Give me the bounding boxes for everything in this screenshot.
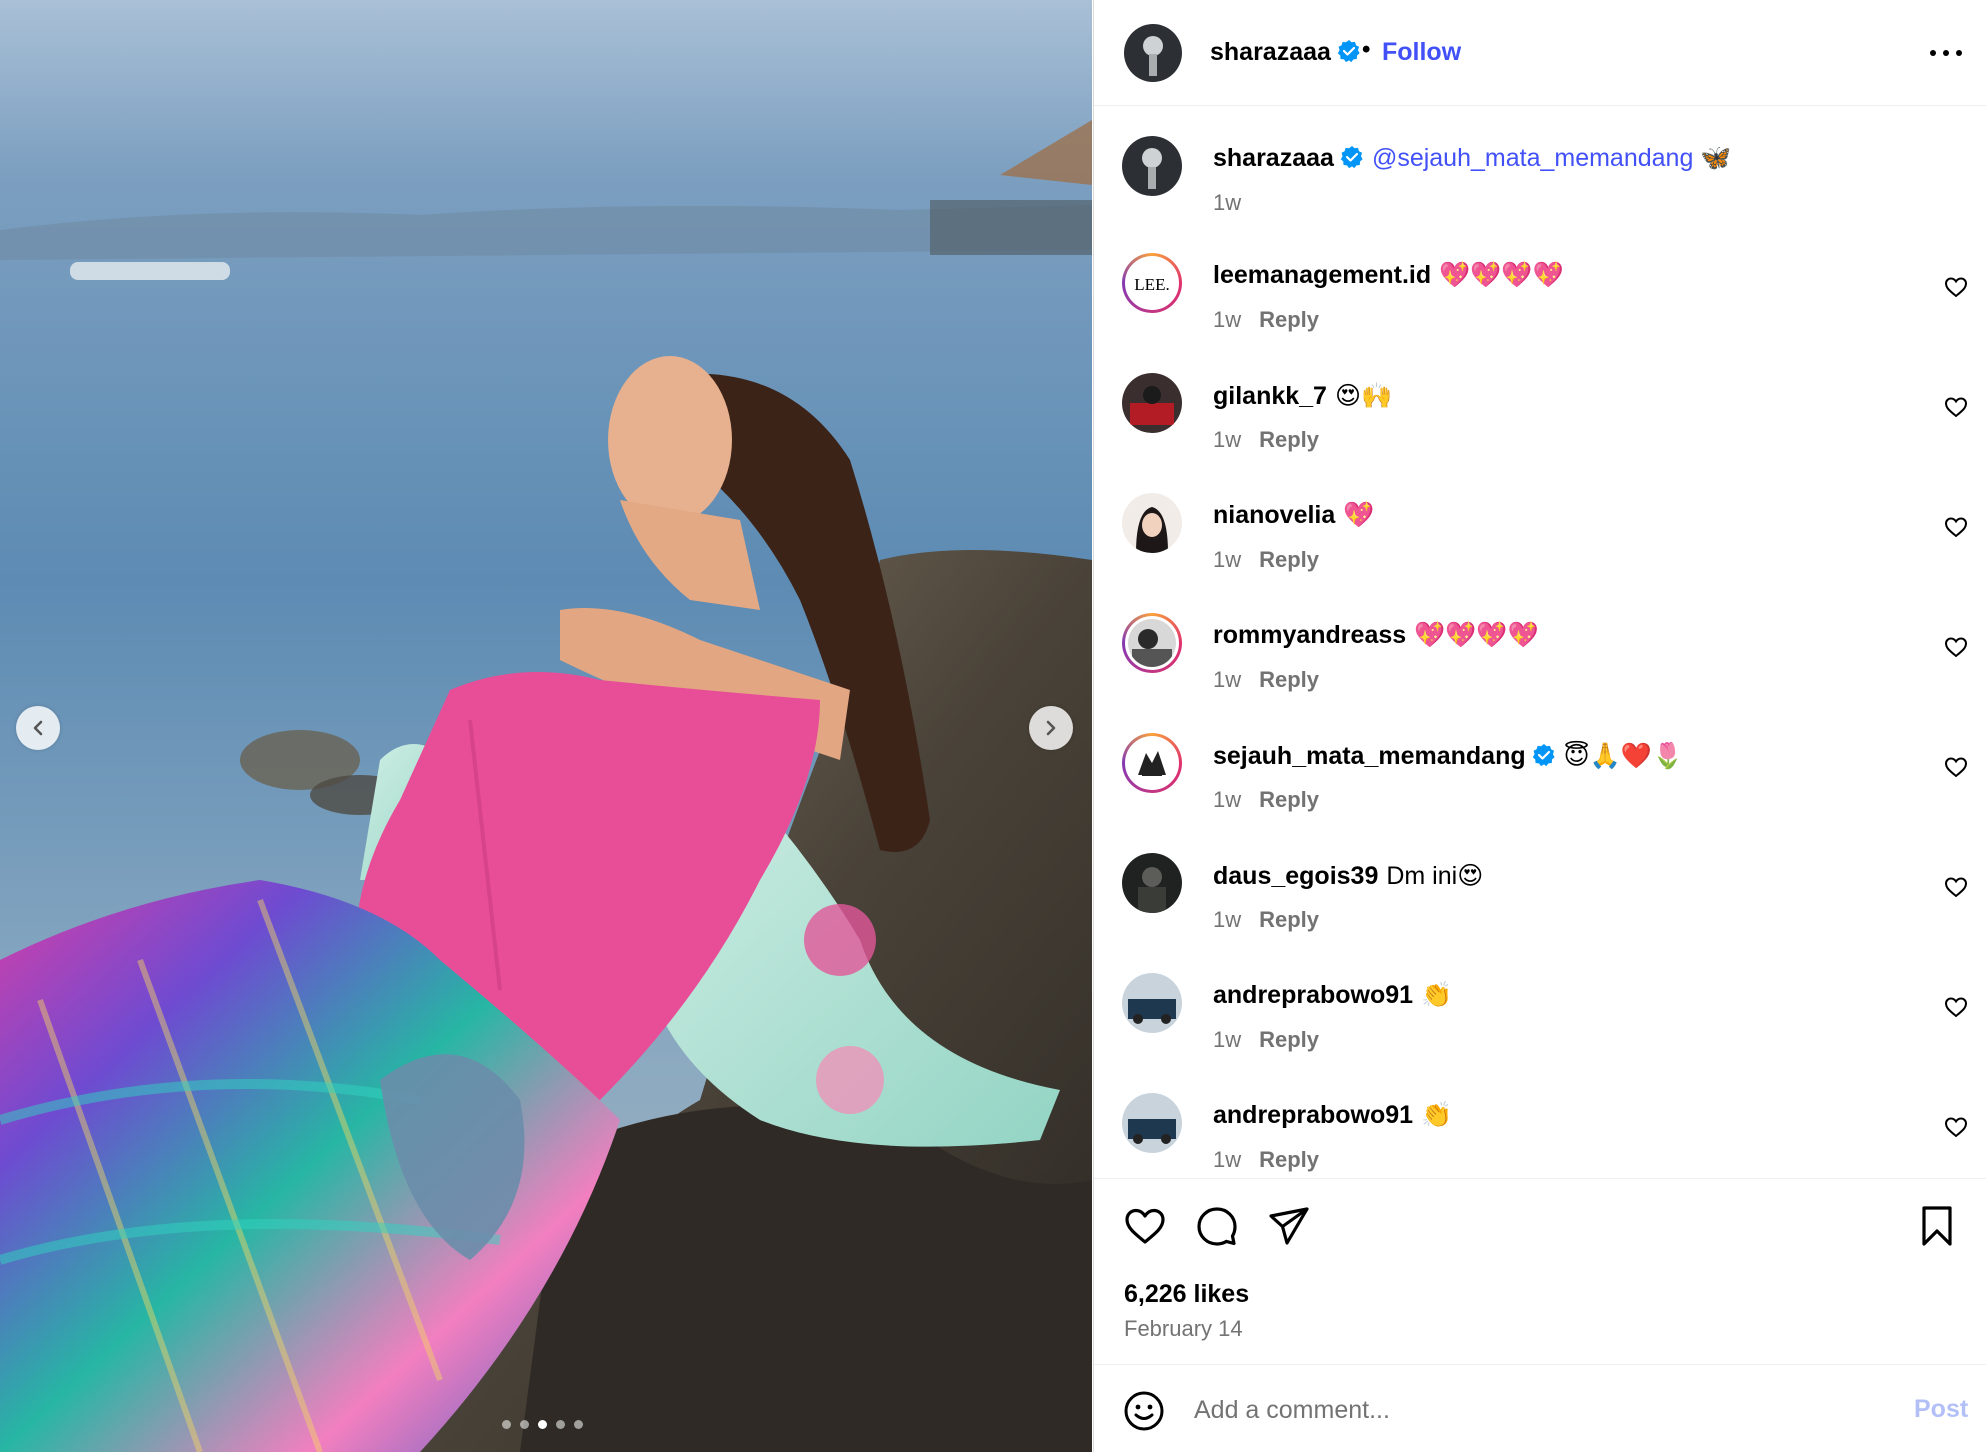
post-header: sharazaaa • Follow [1094,0,1986,106]
comment-username[interactable]: leemanagement.id [1213,261,1431,289]
comment-time[interactable]: 1w [1213,1147,1241,1172]
more-options-button[interactable] [1926,38,1966,68]
comment-text: 💖💖💖💖 [1439,261,1564,289]
comment-time[interactable]: 1w [1213,427,1241,452]
comment-text: 👏 [1421,1101,1453,1129]
post-photo [0,0,1092,1452]
commenter-avatar[interactable] [1122,853,1182,913]
reply-button[interactable]: Reply [1259,907,1319,932]
caption-emoji: 🦋 [1700,144,1732,172]
save-bookmark-icon[interactable] [1914,1203,1960,1249]
comment-time[interactable]: 1w [1213,547,1241,572]
carousel-dot [574,1420,583,1429]
follow-button[interactable]: Follow [1382,38,1461,67]
comment-text: Dm ini😍 [1386,862,1484,890]
carousel-dot-active [538,1420,547,1429]
comment-time[interactable]: 1w [1213,667,1241,692]
comment-item: nianovelia 💖 1w Reply [1094,493,1986,603]
verified-badge-icon [1337,40,1360,63]
caption-time[interactable]: 1w [1213,190,1241,215]
post-sidebar: sharazaaa • Follow sharazaaa @sejauh_mata… [1093,0,1986,1452]
comment-item: andreprabowo91 👏 1w Reply [1094,973,1986,1083]
caption-username[interactable]: sharazaaa [1213,144,1334,172]
commenter-avatar[interactable] [1122,613,1182,673]
comment-text: 😇🙏❤️🌷 [1563,742,1684,770]
comment-time[interactable]: 1w [1213,907,1241,932]
verified-badge-icon [1340,146,1363,169]
chevron-left-icon [33,720,43,736]
comment-username[interactable]: daus_egois39 [1213,862,1378,890]
comment-like-heart-icon[interactable] [1944,395,1968,419]
comment-text: 👏 [1421,981,1453,1009]
comment-text: 😍🙌 [1334,382,1393,410]
post-actions [1094,1178,1986,1278]
carousel-dot [556,1420,565,1429]
reply-button[interactable]: Reply [1259,1027,1319,1052]
comment-text: 💖💖💖💖 [1414,621,1539,649]
add-comment-input[interactable] [1194,1385,1854,1435]
comment-item: gilankk_7 😍🙌 1w Reply [1094,373,1986,483]
caption: sharazaaa @sejauh_mata_memandang 🦋 1w [1094,136,1986,246]
author-username-text[interactable]: sharazaaa [1210,38,1331,66]
carousel-dot [502,1420,511,1429]
comment-item: sejauh_mata_memandang 😇🙏❤️🌷 1w Reply [1094,733,1986,843]
author-username[interactable]: sharazaaa [1210,38,1361,67]
comment-text: 💖 [1343,501,1375,529]
comment-username[interactable]: nianovelia [1213,501,1335,529]
comment-username[interactable]: sejauh_mata_memandang [1213,742,1526,770]
like-heart-icon[interactable] [1122,1203,1168,1249]
reply-button[interactable]: Reply [1259,1147,1319,1172]
comment-like-heart-icon[interactable] [1944,875,1968,899]
comment-bubble-icon[interactable] [1194,1203,1240,1249]
comment-like-heart-icon[interactable] [1944,515,1968,539]
emoji-smiley-icon[interactable] [1122,1389,1166,1433]
comment-like-heart-icon[interactable] [1944,635,1968,659]
reply-button[interactable]: Reply [1259,667,1319,692]
comment-time[interactable]: 1w [1213,307,1241,332]
comment-username[interactable]: rommyandreass [1213,621,1406,649]
share-send-icon[interactable] [1266,1203,1312,1249]
commenter-avatar[interactable] [1122,733,1182,793]
comments-list[interactable]: sharazaaa @sejauh_mata_memandang 🦋 1w LEE… [1094,106,1986,1178]
author-avatar[interactable] [1124,24,1182,82]
commenter-avatar[interactable] [1122,493,1182,553]
commenter-avatar[interactable] [1122,373,1182,433]
comment-item: daus_egois39 Dm ini😍 1w Reply [1094,853,1986,963]
reply-button[interactable]: Reply [1259,547,1319,572]
header-separator: • [1362,36,1371,63]
comment-username[interactable]: andreprabowo91 [1213,1101,1413,1129]
commenter-avatar[interactable]: LEE. [1122,253,1182,313]
comment-item: andreprabowo91 👏 1w Reply [1094,1093,1986,1178]
carousel-indicator [502,1420,583,1429]
commenter-avatar[interactable] [1122,973,1182,1033]
comment-username[interactable]: gilankk_7 [1213,382,1327,410]
comment-composer: Post [1094,1364,1986,1452]
caption-avatar[interactable] [1122,136,1182,196]
verified-badge-icon [1532,744,1555,767]
carousel-dot [520,1420,529,1429]
comment-like-heart-icon[interactable] [1944,1115,1968,1139]
post-comment-button[interactable]: Post [1914,1395,1968,1424]
lee-logo-text: LEE. [1134,275,1169,294]
comment-like-heart-icon[interactable] [1944,755,1968,779]
likes-count[interactable]: 6,226 likes [1124,1280,1249,1309]
caption-mention-link[interactable]: @sejauh_mata_memandang [1372,144,1693,172]
comment-item: LEE. leemanagement.id 💖💖💖💖 1w Reply [1094,253,1986,363]
comment-time[interactable]: 1w [1213,787,1241,812]
commenter-avatar[interactable] [1122,1093,1182,1153]
post-media [0,0,1092,1452]
carousel-prev-button[interactable] [16,706,60,750]
comment-time[interactable]: 1w [1213,1027,1241,1052]
chevron-right-icon [1046,720,1056,736]
comment-like-heart-icon[interactable] [1944,275,1968,299]
carousel-next-button[interactable] [1029,706,1073,750]
reply-button[interactable]: Reply [1259,787,1319,812]
post-date[interactable]: February 14 [1124,1316,1243,1342]
comment-like-heart-icon[interactable] [1944,995,1968,1019]
reply-button[interactable]: Reply [1259,307,1319,332]
comment-item: rommyandreass 💖💖💖💖 1w Reply [1094,613,1986,723]
reply-button[interactable]: Reply [1259,427,1319,452]
comment-username[interactable]: andreprabowo91 [1213,981,1413,1009]
